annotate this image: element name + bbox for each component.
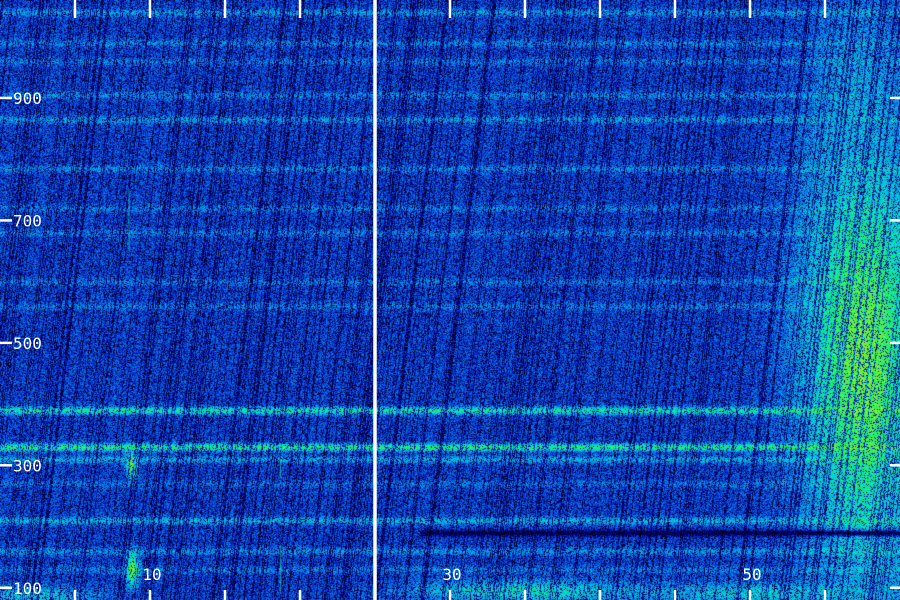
y-axis-ticks: 100 300 500 700 900 [0,89,900,598]
axes-overlay: 10 30 50 100 300 500 700 900 [0,0,900,600]
x-tick-label: 50 [742,565,761,584]
y-tick-label: 900 [13,89,42,108]
y-tick-label: 100 [13,579,42,598]
y-tick-label: 700 [13,211,42,230]
x-tick-label: 30 [442,565,461,584]
x-tick-label: 10 [142,565,161,584]
y-tick-label: 500 [13,334,42,353]
x-axis-ticks: 10 30 50 [73,0,827,600]
y-tick-label: 300 [13,456,42,475]
